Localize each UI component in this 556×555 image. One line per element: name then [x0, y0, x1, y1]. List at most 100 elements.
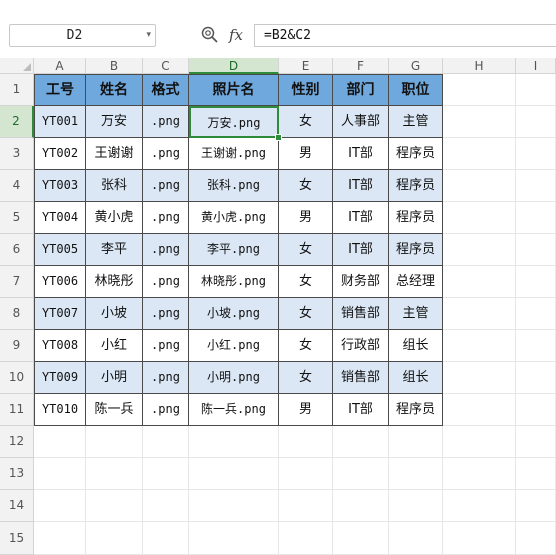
table-cell[interactable]: 组长	[389, 362, 443, 394]
spreadsheet-grid[interactable]: A B C D E F G H I 1 2 3 4 5 6 7 8 9 10 11 12 13 14 15 工号 姓名 格式 照片名性…	[0, 58, 556, 555]
table-cell[interactable]: 程序员	[389, 138, 443, 170]
table-cell[interactable]: 张科.png	[189, 170, 279, 202]
table-cell[interactable]: .png	[143, 170, 189, 202]
column-header-i[interactable]: I	[516, 58, 556, 74]
table-cell[interactable]: .png	[143, 330, 189, 362]
chevron-down-icon[interactable]: ▾	[146, 25, 151, 46]
table-cell[interactable]: 女	[279, 234, 333, 266]
table-cell[interactable]: 小明	[86, 362, 143, 394]
table-cell[interactable]: YT008	[34, 330, 86, 362]
row-header-10[interactable]: 10	[0, 362, 34, 394]
table-cell[interactable]: 销售部	[333, 362, 389, 394]
row-header-12[interactable]: 12	[0, 426, 34, 458]
table-cell[interactable]: 小红	[86, 330, 143, 362]
row-header-11[interactable]: 11	[0, 394, 34, 426]
table-header-cell[interactable]: 部门	[333, 74, 389, 106]
table-cell[interactable]: 财务部	[333, 266, 389, 298]
table-cell[interactable]: 林晓彤.png	[189, 266, 279, 298]
table-cell[interactable]: 程序员	[389, 170, 443, 202]
column-header-f[interactable]: F	[333, 58, 389, 74]
table-header-cell[interactable]: 格式	[143, 74, 189, 106]
table-cell[interactable]: 程序员	[389, 202, 443, 234]
row-header-4[interactable]: 4	[0, 170, 34, 202]
row-header-6[interactable]: 6	[0, 234, 34, 266]
table-cell[interactable]: 女	[279, 170, 333, 202]
table-cell[interactable]: 程序员	[389, 234, 443, 266]
table-header-cell[interactable]: 姓名	[86, 74, 143, 106]
table-cell[interactable]: YT009	[34, 362, 86, 394]
table-cell[interactable]: 陈一兵.png	[189, 394, 279, 426]
table-cell[interactable]: .png	[143, 394, 189, 426]
table-cell[interactable]: 人事部	[333, 106, 389, 138]
selected-cell[interactable]: 万安.png	[189, 106, 279, 138]
table-cell[interactable]: YT003	[34, 170, 86, 202]
table-cell[interactable]: IT部	[333, 202, 389, 234]
table-cell[interactable]: 黄小虎	[86, 202, 143, 234]
column-header-a[interactable]: A	[34, 58, 86, 74]
fx-icon[interactable]: fx	[229, 24, 243, 46]
table-cell[interactable]: 小红.png	[189, 330, 279, 362]
table-cell[interactable]: 万安	[86, 106, 143, 138]
table-cell[interactable]: .png	[143, 106, 189, 138]
table-header-cell[interactable]: 职位	[389, 74, 443, 106]
table-cell[interactable]: IT部	[333, 170, 389, 202]
row-header-3[interactable]: 3	[0, 138, 34, 170]
table-cell[interactable]: 小坡.png	[189, 298, 279, 330]
table-cell[interactable]: 女	[279, 106, 333, 138]
table-cell[interactable]: 张科	[86, 170, 143, 202]
row-header-9[interactable]: 9	[0, 330, 34, 362]
table-cell[interactable]: YT006	[34, 266, 86, 298]
column-header-b[interactable]: B	[86, 58, 143, 74]
formula-input[interactable]: =B2&C2	[254, 24, 556, 47]
table-cell[interactable]: 女	[279, 330, 333, 362]
row-header-8[interactable]: 8	[0, 298, 34, 330]
table-cell[interactable]: IT部	[333, 138, 389, 170]
row-header-14[interactable]: 14	[0, 490, 34, 522]
table-cell[interactable]: .png	[143, 202, 189, 234]
table-cell[interactable]: 黄小虎.png	[189, 202, 279, 234]
table-cell[interactable]: 陈一兵	[86, 394, 143, 426]
row-header-2[interactable]: 2	[0, 106, 34, 138]
row-header-15[interactable]: 15	[0, 522, 34, 555]
table-cell[interactable]: 小明.png	[189, 362, 279, 394]
table-header-cell[interactable]: 工号	[34, 74, 86, 106]
table-cell[interactable]: YT004	[34, 202, 86, 234]
table-cell[interactable]: YT001	[34, 106, 86, 138]
name-box[interactable]: D2 ▾	[9, 24, 156, 47]
table-cell[interactable]: .png	[143, 266, 189, 298]
table-cell[interactable]: 小坡	[86, 298, 143, 330]
select-all-corner[interactable]	[0, 58, 34, 74]
table-cell[interactable]: 李平.png	[189, 234, 279, 266]
table-cell[interactable]: .png	[143, 138, 189, 170]
row-header-13[interactable]: 13	[0, 458, 34, 490]
table-cell[interactable]: .png	[143, 298, 189, 330]
table-cell[interactable]: 男	[279, 394, 333, 426]
table-cell[interactable]: 男	[279, 138, 333, 170]
table-cell[interactable]: 程序员	[389, 394, 443, 426]
table-cell[interactable]: 男	[279, 202, 333, 234]
table-cell[interactable]: 主管	[389, 106, 443, 138]
table-cell[interactable]: 王谢谢.png	[189, 138, 279, 170]
column-header-c[interactable]: C	[143, 58, 189, 74]
fill-handle[interactable]	[275, 134, 282, 141]
table-cell[interactable]: .png	[143, 234, 189, 266]
table-cell[interactable]: 主管	[389, 298, 443, 330]
table-cell[interactable]: YT002	[34, 138, 86, 170]
column-header-g[interactable]: G	[389, 58, 443, 74]
table-cell[interactable]: 林晓彤	[86, 266, 143, 298]
table-cell[interactable]: .png	[143, 362, 189, 394]
table-header-cell[interactable]: 照片名	[189, 74, 279, 106]
column-header-d[interactable]: D	[189, 58, 279, 74]
column-header-e[interactable]: E	[279, 58, 333, 74]
table-cell[interactable]: 总经理	[389, 266, 443, 298]
table-cell[interactable]: 行政部	[333, 330, 389, 362]
table-cell[interactable]: 女	[279, 266, 333, 298]
table-cell[interactable]: 女	[279, 362, 333, 394]
row-header-1[interactable]: 1	[0, 74, 34, 106]
table-cell[interactable]: YT005	[34, 234, 86, 266]
column-header-h[interactable]: H	[443, 58, 516, 74]
table-cell[interactable]: 销售部	[333, 298, 389, 330]
table-header-cell[interactable]: 性别	[279, 74, 333, 106]
table-cell[interactable]: 李平	[86, 234, 143, 266]
zoom-icon[interactable]	[200, 25, 220, 45]
